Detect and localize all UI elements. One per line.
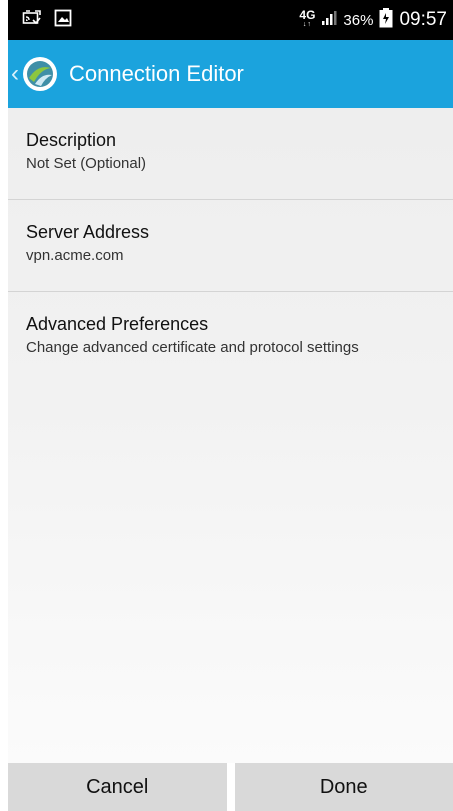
- battery-percent: 36%: [343, 11, 374, 29]
- pref-title: Server Address: [26, 222, 150, 242]
- pref-summary: Change advanced certificate and protocol…: [26, 339, 359, 356]
- network-activity-arrows: ↓↑: [302, 21, 312, 28]
- clock: 09:57: [399, 9, 447, 30]
- pref-description[interactable]: Description Not Set (Optional): [8, 108, 453, 200]
- status-bar-right: 4G ↓↑ 36% 09:57: [299, 7, 447, 33]
- pref-summary: Not Set (Optional): [26, 155, 147, 172]
- anyconnect-logo-icon[interactable]: [21, 55, 59, 93]
- chevron-left-icon[interactable]: ‹: [11, 62, 19, 86]
- network-type: 4G ↓↑: [299, 8, 316, 30]
- pref-title: Description: [26, 130, 117, 150]
- signal-icon: [321, 10, 337, 31]
- app-bar: ‹ Connection Editor: [8, 40, 453, 108]
- network-type-label: 4G: [299, 8, 316, 22]
- pref-advanced-preferences[interactable]: Advanced Preferences Change advanced cer…: [8, 292, 453, 384]
- pref-title: Advanced Preferences: [26, 314, 209, 334]
- image-icon: [54, 9, 72, 32]
- page-title: Connection Editor: [69, 61, 244, 86]
- pref-server-address[interactable]: Server Address vpn.acme.com: [8, 200, 453, 292]
- battery-icon: [379, 7, 393, 33]
- cast-icon: [22, 9, 42, 32]
- pref-summary: vpn.acme.com: [26, 247, 124, 264]
- status-bar: 4G ↓↑ 36% 09:57: [8, 0, 453, 40]
- cancel-button[interactable]: Cancel: [8, 763, 227, 811]
- button-bar: Cancel Done: [8, 763, 453, 811]
- preferences-list: Description Not Set (Optional) Server Ad…: [8, 108, 453, 763]
- status-bar-left: [22, 9, 72, 32]
- done-button[interactable]: Done: [234, 763, 453, 811]
